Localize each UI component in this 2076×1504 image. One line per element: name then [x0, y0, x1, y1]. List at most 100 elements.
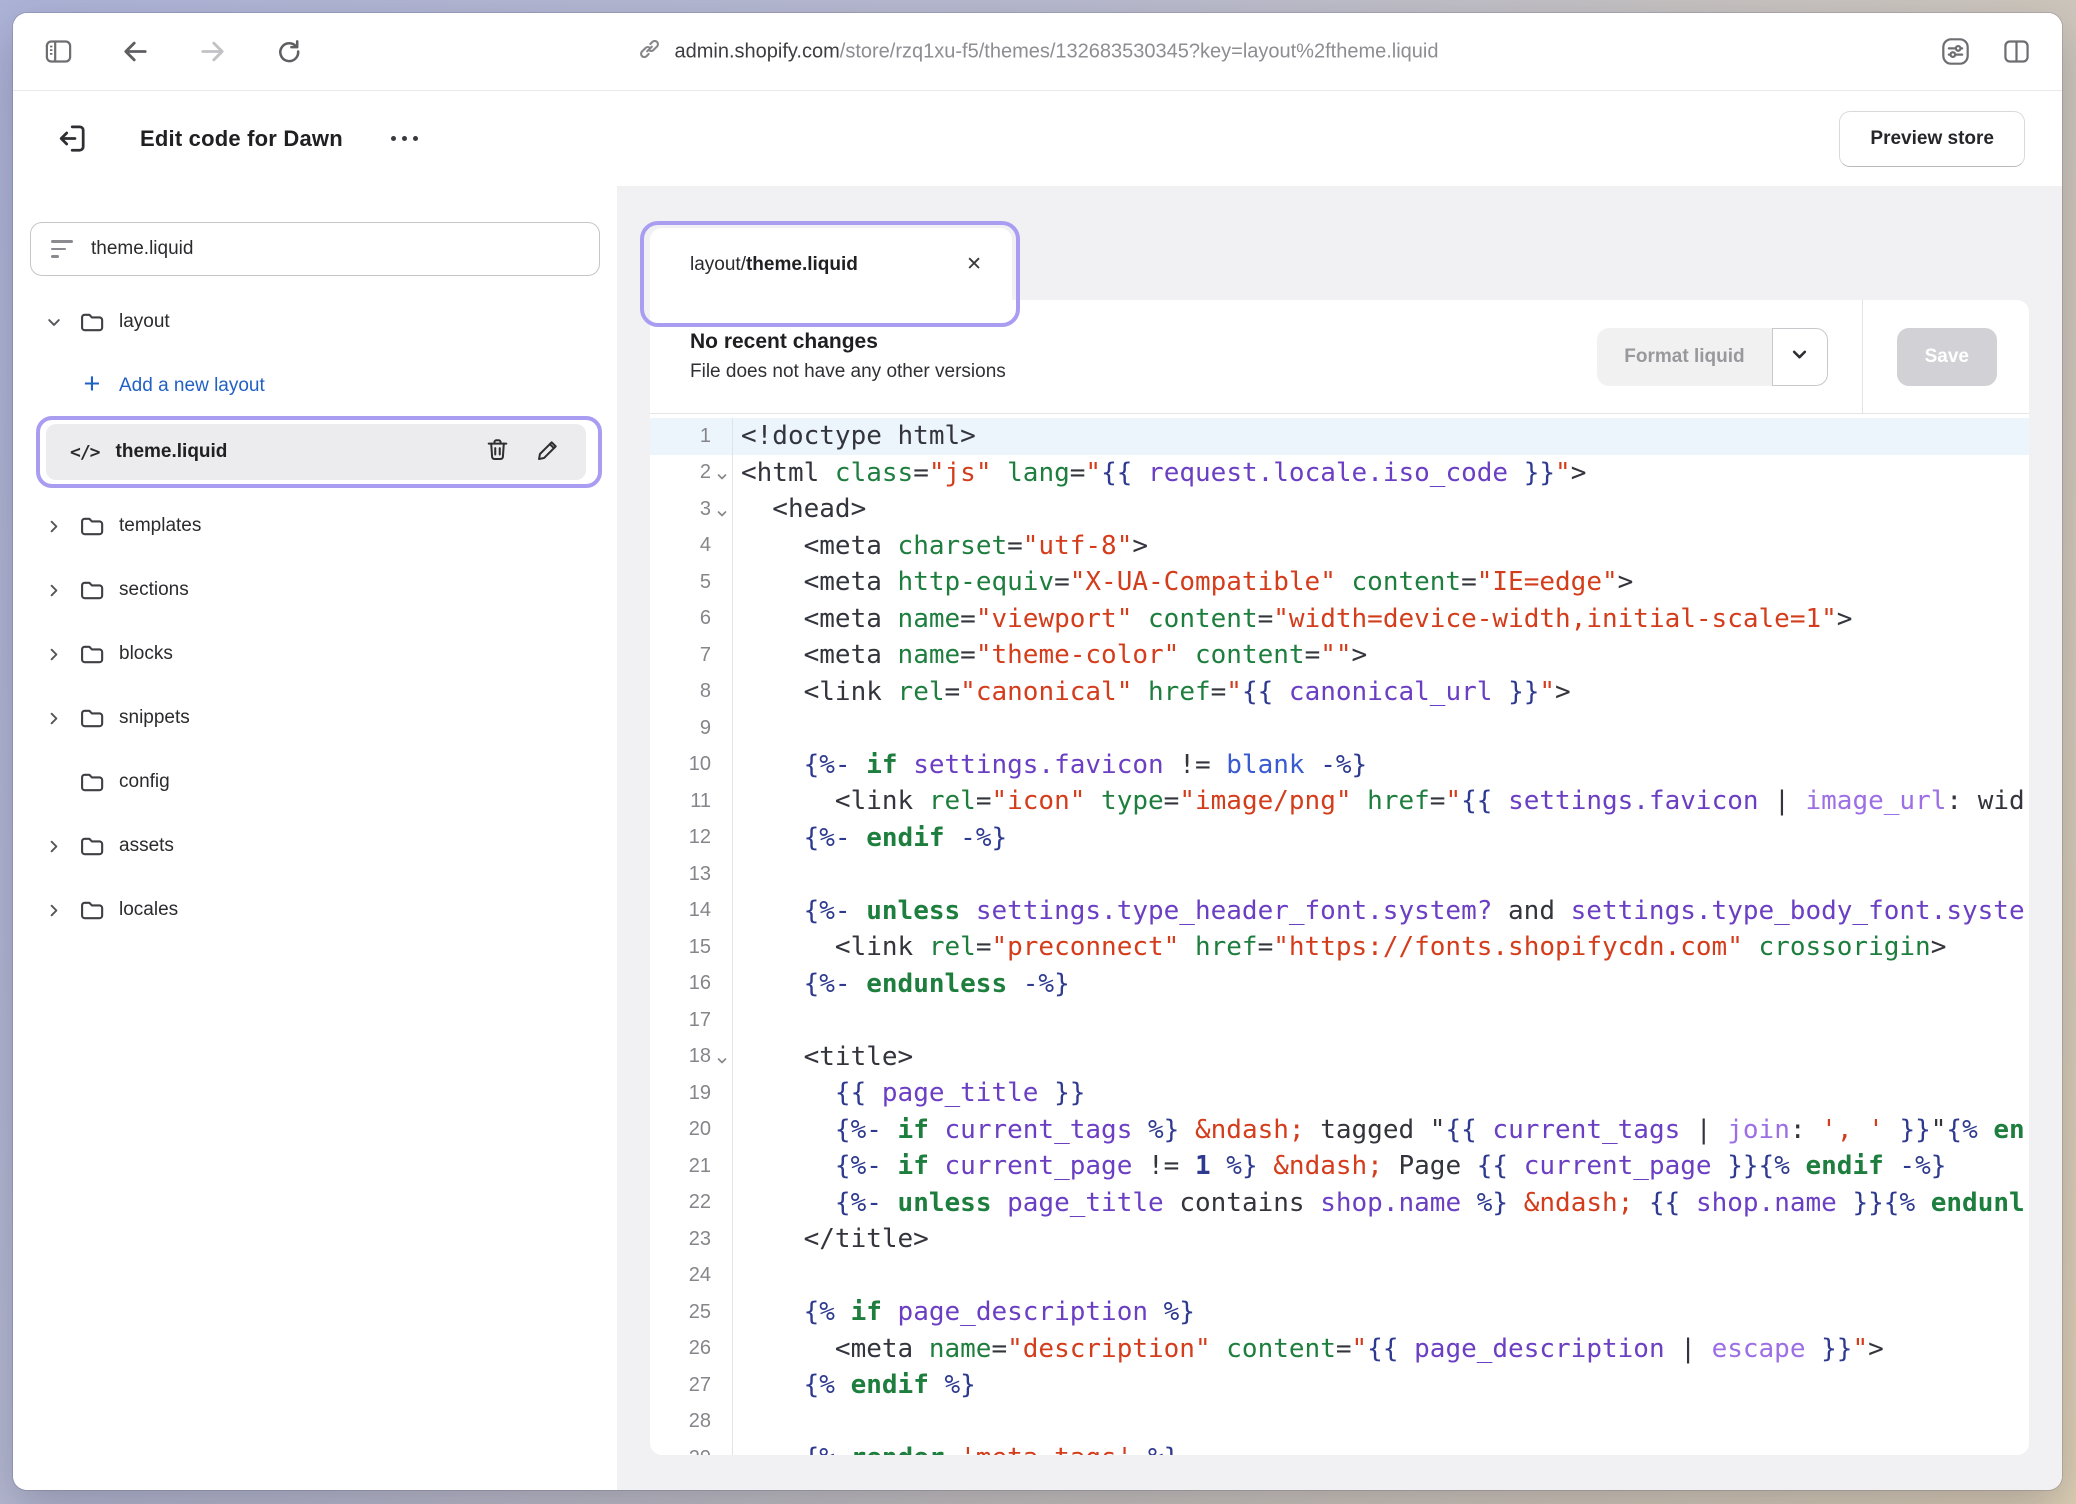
close-icon[interactable]: ✕ [966, 253, 982, 276]
line-number[interactable]: 6 [650, 601, 733, 638]
code-line-text[interactable]: {%- if current_page != 1 %} &ndash; Page… [733, 1151, 1946, 1181]
code-line-21[interactable]: 21 {%- if current_page != 1 %} &ndash; P… [650, 1148, 2029, 1185]
format-liquid-button[interactable]: Format liquid [1597, 328, 1771, 386]
code-line-1[interactable]: 1<!doctype html> [650, 418, 2029, 455]
code-line-text[interactable]: {%- endif -%} [733, 823, 1007, 853]
line-number[interactable]: 17 [650, 1002, 733, 1039]
line-number[interactable]: 22 [650, 1185, 733, 1222]
code-line-text[interactable]: <meta name="viewport" content="width=dev… [733, 604, 1852, 634]
code-line-text[interactable]: {%- endunless -%} [733, 969, 1070, 999]
sidebar-folder-locales[interactable]: locales [30, 878, 600, 942]
code-line-27[interactable]: 27 {% endif %} [650, 1367, 2029, 1404]
line-number[interactable]: 5 [650, 564, 733, 601]
code-line-13[interactable]: 13 [650, 856, 2029, 893]
line-number[interactable]: 1 [650, 418, 733, 455]
code-line-18[interactable]: 18 <title> [650, 1039, 2029, 1076]
line-number[interactable]: 27 [650, 1367, 733, 1404]
format-options-caret[interactable] [1772, 328, 1828, 386]
code-line-text[interactable]: <meta name="theme-color" content=""> [733, 640, 1367, 670]
line-number[interactable]: 21 [650, 1148, 733, 1185]
line-number[interactable]: 7 [650, 637, 733, 674]
code-line-text[interactable]: <html class="js" lang="{{ request.locale… [733, 458, 1586, 488]
code-line-text[interactable]: <meta http-equiv="X-UA-Compatible" conte… [733, 567, 1633, 597]
preview-store-button[interactable]: Preview store [1839, 111, 2025, 167]
line-number[interactable]: 4 [650, 528, 733, 565]
code-line-9[interactable]: 9 [650, 710, 2029, 747]
line-number[interactable]: 23 [650, 1221, 733, 1258]
reload-icon[interactable] [274, 37, 303, 66]
line-number[interactable]: 9 [650, 710, 733, 747]
line-number[interactable]: 18 [650, 1039, 733, 1076]
tab-theme-liquid[interactable]: layout/theme.liquid ✕ [650, 228, 1012, 301]
fold-chevron-icon[interactable] [711, 499, 732, 520]
code-line-text[interactable]: {%- unless settings.type_header_font.sys… [733, 896, 2025, 926]
code-line-29[interactable]: 29 {% render 'meta-tags' %} [650, 1440, 2029, 1455]
sidebar-folder-layout[interactable]: layout [30, 290, 600, 354]
code-line-5[interactable]: 5 <meta http-equiv="X-UA-Compatible" con… [650, 564, 2029, 601]
fold-chevron-icon[interactable] [711, 1046, 732, 1067]
line-number[interactable]: 26 [650, 1331, 733, 1368]
sidebar-folder-config[interactable]: config [30, 750, 600, 814]
code-line-4[interactable]: 4 <meta charset="utf-8"> [650, 528, 2029, 565]
code-line-23[interactable]: 23 </title> [650, 1221, 2029, 1258]
code-line-22[interactable]: 22 {%- unless page_title contains shop.n… [650, 1185, 2029, 1222]
line-number[interactable]: 13 [650, 856, 733, 893]
code-line-text[interactable]: {%- if current_tags %} &ndash; tagged "{… [733, 1115, 2025, 1145]
code-line-text[interactable]: <link rel="canonical" href="{{ canonical… [733, 677, 1571, 707]
code-line-text[interactable]: <!doctype html> [733, 421, 976, 451]
line-number[interactable]: 24 [650, 1258, 733, 1295]
line-number[interactable]: 29 [650, 1440, 733, 1455]
code-line-text[interactable]: {%- if settings.favicon != blank -%} [733, 750, 1367, 780]
sidebar-item-theme.liquid[interactable]: </>theme.liquid [46, 424, 586, 480]
chevron-down-icon[interactable] [46, 314, 62, 331]
add-layout-button[interactable]: +Add a new layout [30, 354, 600, 418]
chevron-right-icon[interactable] [46, 710, 62, 727]
code-line-text[interactable]: <head> [733, 494, 866, 524]
line-number[interactable]: 12 [650, 820, 733, 857]
code-line-11[interactable]: 11 <link rel="icon" type="image/png" hre… [650, 783, 2029, 820]
split-view-icon[interactable] [2001, 36, 2032, 67]
code-line-16[interactable]: 16 {%- endunless -%} [650, 966, 2029, 1003]
more-actions-icon[interactable] [391, 136, 418, 141]
delete-file-icon[interactable] [484, 436, 511, 469]
fold-chevron-icon[interactable] [711, 462, 732, 483]
code-line-10[interactable]: 10 {%- if settings.favicon != blank -%} [650, 747, 2029, 784]
code-line-6[interactable]: 6 <meta name="viewport" content="width=d… [650, 601, 2029, 638]
code-line-12[interactable]: 12 {%- endif -%} [650, 820, 2029, 857]
code-line-2[interactable]: 2<html class="js" lang="{{ request.local… [650, 455, 2029, 492]
line-number[interactable]: 19 [650, 1075, 733, 1112]
code-line-14[interactable]: 14 {%- unless settings.type_header_font.… [650, 893, 2029, 930]
code-line-text[interactable]: <title> [733, 1042, 913, 1072]
line-number[interactable]: 11 [650, 783, 733, 820]
chevron-right-icon[interactable] [46, 838, 62, 855]
code-line-25[interactable]: 25 {% if page_description %} [650, 1294, 2029, 1331]
address-bar[interactable]: admin.shopify.com/store/rzq1xu-f5/themes… [637, 36, 1439, 67]
line-number[interactable]: 15 [650, 929, 733, 966]
line-number[interactable]: 8 [650, 674, 733, 711]
code-line-text[interactable]: </title> [733, 1224, 929, 1254]
code-line-3[interactable]: 3 <head> [650, 491, 2029, 528]
code-line-7[interactable]: 7 <meta name="theme-color" content=""> [650, 637, 2029, 674]
code-line-26[interactable]: 26 <meta name="description" content="{{ … [650, 1331, 2029, 1368]
line-number[interactable]: 25 [650, 1294, 733, 1331]
exit-editor-icon[interactable] [55, 122, 88, 155]
code-line-20[interactable]: 20 {%- if current_tags %} &ndash; tagged… [650, 1112, 2029, 1149]
sidebar-folder-templates[interactable]: templates [30, 494, 600, 558]
code-line-28[interactable]: 28 [650, 1404, 2029, 1441]
line-number[interactable]: 20 [650, 1112, 733, 1149]
rename-file-icon[interactable] [535, 436, 562, 469]
code-editor[interactable]: 1<!doctype html>2<html class="js" lang="… [650, 413, 2029, 1455]
sidebar-folder-blocks[interactable]: blocks [30, 622, 600, 686]
code-line-text[interactable]: {% endif %} [733, 1370, 976, 1400]
code-line-15[interactable]: 15 <link rel="preconnect" href="https://… [650, 929, 2029, 966]
line-number[interactable]: 10 [650, 747, 733, 784]
file-search-input[interactable]: theme.liquid [30, 222, 600, 276]
code-line-text[interactable]: <link rel="preconnect" href="https://fon… [733, 932, 1946, 962]
chevron-right-icon[interactable] [46, 902, 62, 919]
code-line-text[interactable]: {% render 'meta-tags' %} [733, 1443, 1179, 1455]
chevron-right-icon[interactable] [46, 518, 62, 535]
sidebar-folder-snippets[interactable]: snippets [30, 686, 600, 750]
line-number[interactable]: 28 [650, 1404, 733, 1441]
code-line-text[interactable]: {{ page_title }} [733, 1078, 1085, 1108]
code-line-text[interactable]: {% if page_description %} [733, 1297, 1195, 1327]
